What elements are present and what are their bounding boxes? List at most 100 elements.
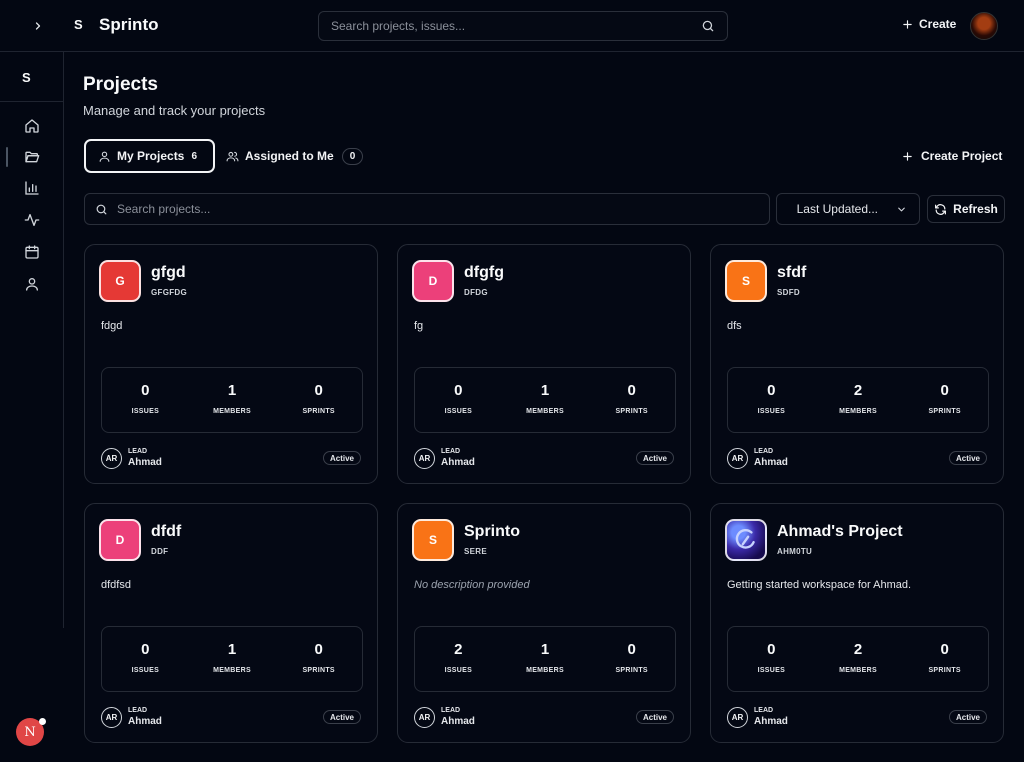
lead-avatar: AR bbox=[101, 448, 122, 469]
stat-issues: 0 ISSUES bbox=[415, 368, 502, 432]
project-name[interactable]: Sprinto bbox=[464, 523, 520, 541]
tab-count-badge: 0 bbox=[341, 147, 364, 165]
project-card[interactable]: S sfdf SDFD dfs 0 ISSUES 2 MEMBERS 0 SPR… bbox=[710, 244, 1004, 484]
project-card[interactable]: D dfdf DDF dfdfsd 0 ISSUES 1 MEMBERS 0 S… bbox=[84, 503, 378, 743]
project-initial: S bbox=[428, 533, 437, 547]
stat-members: 1 MEMBERS bbox=[502, 368, 589, 432]
project-logo: D bbox=[99, 519, 141, 561]
lead-label: LEAD bbox=[754, 707, 774, 714]
lead-label: LEAD bbox=[128, 707, 148, 714]
lead-name: Ahmad bbox=[441, 457, 475, 468]
issues-count: 0 bbox=[767, 382, 776, 399]
sprints-label: SPRINTS bbox=[302, 408, 335, 415]
project-name[interactable]: sfdf bbox=[777, 264, 806, 282]
project-card[interactable]: Ahmad's Project AHM0TU Getting started w… bbox=[710, 503, 1004, 743]
sort-value: Last Updated... bbox=[796, 202, 878, 216]
lead-avatar: AR bbox=[414, 448, 435, 469]
project-stats: 0 ISSUES 2 MEMBERS 0 SPRINTS bbox=[727, 626, 989, 692]
global-search-input[interactable] bbox=[331, 19, 701, 33]
user-icon bbox=[99, 151, 110, 162]
page-title: Projects bbox=[83, 74, 158, 95]
project-search-input[interactable] bbox=[117, 202, 769, 216]
status-badge: Active bbox=[948, 710, 987, 724]
notifications-avatar[interactable]: N bbox=[16, 718, 46, 746]
lead-label: LEAD bbox=[128, 448, 148, 455]
tab-my-projects[interactable]: My Projects 6 bbox=[84, 139, 215, 173]
project-stats: 0 ISSUES 1 MEMBERS 0 SPRINTS bbox=[414, 367, 676, 433]
tab-label: Assigned to Me bbox=[245, 149, 334, 163]
issues-label: ISSUES bbox=[444, 667, 473, 674]
issues-count: 0 bbox=[141, 382, 150, 399]
issues-label: ISSUES bbox=[757, 408, 786, 415]
search-icon[interactable] bbox=[701, 19, 715, 33]
stat-issues: 2 ISSUES bbox=[415, 627, 502, 691]
stat-issues: 0 ISSUES bbox=[102, 368, 189, 432]
project-stats: 2 ISSUES 1 MEMBERS 0 SPRINTS bbox=[414, 626, 676, 692]
sidebar-item-calendar[interactable] bbox=[20, 240, 44, 264]
project-initial: D bbox=[428, 274, 438, 288]
project-description: fdgd bbox=[101, 320, 123, 332]
sprints-count: 0 bbox=[627, 641, 636, 658]
members-label: MEMBERS bbox=[526, 667, 564, 674]
create-button[interactable]: Create bbox=[902, 17, 956, 31]
project-stats: 0 ISSUES 1 MEMBERS 0 SPRINTS bbox=[101, 626, 363, 692]
project-name[interactable]: gfgd bbox=[151, 264, 186, 282]
project-search[interactable] bbox=[84, 193, 770, 225]
sprints-label: SPRINTS bbox=[928, 408, 961, 415]
expand-sidebar-button[interactable] bbox=[28, 16, 48, 36]
refresh-button[interactable]: Refresh bbox=[927, 195, 1005, 223]
members-label: MEMBERS bbox=[526, 408, 564, 415]
calendar-icon bbox=[25, 245, 39, 259]
project-name[interactable]: dfgfg bbox=[464, 264, 504, 282]
project-logo bbox=[725, 519, 767, 561]
sprints-count: 0 bbox=[940, 641, 949, 658]
lead-name: Ahmad bbox=[128, 457, 162, 468]
sprints-label: SPRINTS bbox=[615, 408, 648, 415]
create-project-button[interactable]: Create Project bbox=[902, 149, 1002, 163]
user-avatar[interactable] bbox=[970, 12, 998, 40]
project-logo: S bbox=[725, 260, 767, 302]
sort-select[interactable]: Last Updated... bbox=[776, 193, 920, 225]
project-card[interactable]: S Sprinto SERE No description provided 2… bbox=[397, 503, 691, 743]
chevron-down-icon bbox=[898, 207, 905, 211]
brand-logo[interactable]: S bbox=[74, 17, 83, 32]
sidebar-item-profile[interactable] bbox=[20, 272, 44, 296]
tab-count-badge: 6 bbox=[191, 150, 197, 162]
sidebar-item-activity[interactable] bbox=[20, 208, 44, 232]
project-name[interactable]: dfdf bbox=[151, 523, 181, 541]
project-logo: G bbox=[99, 260, 141, 302]
notification-dot bbox=[39, 718, 46, 725]
users-icon bbox=[226, 151, 239, 161]
project-name[interactable]: Ahmad's Project bbox=[777, 523, 903, 541]
sidebar-item-reports[interactable] bbox=[20, 176, 44, 200]
brand-name[interactable]: Sprinto bbox=[99, 15, 159, 35]
sidebar-item-home[interactable] bbox=[20, 114, 44, 138]
refresh-label: Refresh bbox=[953, 202, 998, 216]
project-description: No description provided bbox=[414, 579, 530, 591]
status-badge: Active bbox=[635, 710, 674, 724]
lead-avatar: AR bbox=[727, 707, 748, 728]
bar-chart-icon bbox=[25, 181, 39, 195]
project-key: DFDG bbox=[464, 288, 488, 297]
lead-name: Ahmad bbox=[128, 716, 162, 727]
refresh-icon bbox=[935, 203, 947, 215]
tab-assigned-to-me[interactable]: Assigned to Me 0 bbox=[226, 139, 364, 173]
lead-avatar: AR bbox=[727, 448, 748, 469]
project-key: SDFD bbox=[777, 288, 800, 297]
sidebar-divider bbox=[0, 101, 64, 102]
create-button-label: Create bbox=[919, 17, 957, 31]
tab-label: My Projects bbox=[117, 149, 185, 163]
lead-label: LEAD bbox=[754, 448, 774, 455]
project-card[interactable]: D dfgfg DFDG fg 0 ISSUES 1 MEMBERS 0 SPR… bbox=[397, 244, 691, 484]
sidebar-item-projects[interactable] bbox=[6, 145, 44, 169]
project-key: GFGFDG bbox=[151, 288, 188, 297]
sidebar-brand-logo[interactable]: S bbox=[22, 70, 31, 85]
plus-icon bbox=[903, 151, 912, 161]
lead-name: Ahmad bbox=[441, 716, 475, 727]
project-card[interactable]: G gfgd GFGFDG fdgd 0 ISSUES 1 MEMBERS 0 … bbox=[84, 244, 378, 484]
issues-count: 2 bbox=[454, 641, 463, 658]
project-description: dfs bbox=[727, 320, 742, 332]
issues-label: ISSUES bbox=[757, 667, 786, 674]
project-logo-icon bbox=[735, 529, 755, 549]
global-search[interactable] bbox=[318, 11, 728, 41]
